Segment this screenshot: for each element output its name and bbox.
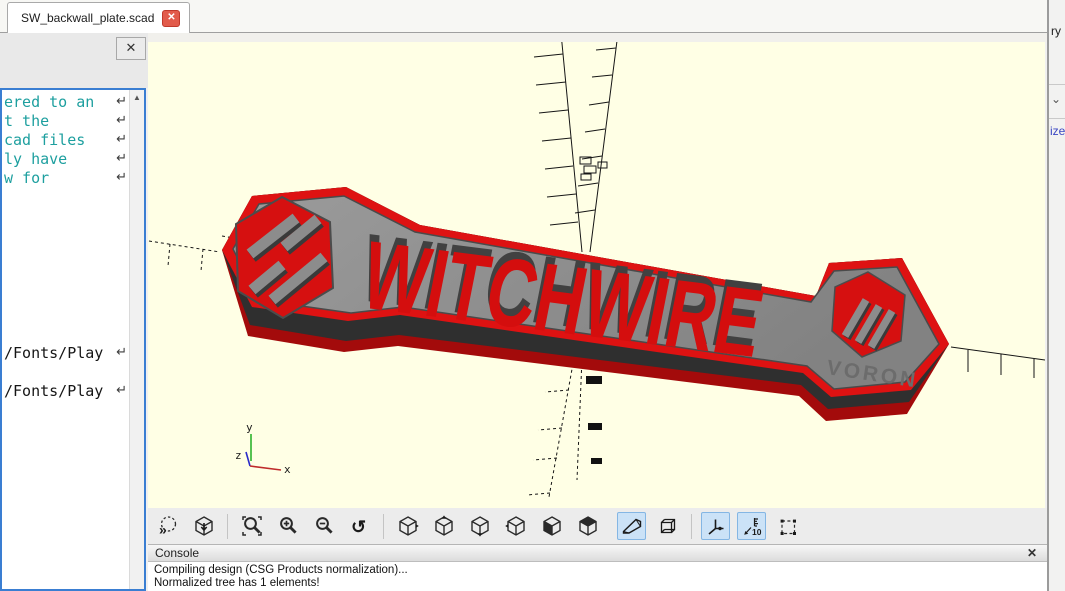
view-perspective-button[interactable]: [617, 512, 646, 540]
axis-indicator: y z x: [235, 421, 291, 476]
view-front-button[interactable]: [537, 512, 566, 540]
code-line: t the↵: [2, 111, 129, 130]
editor-scrollbar[interactable]: ▲: [129, 90, 144, 589]
tab-close-icon[interactable]: ✕: [162, 10, 180, 27]
view-front-icon: [541, 515, 563, 537]
view-back-button[interactable]: [573, 512, 602, 540]
right-panel: ry ⌄ ize: [1049, 0, 1065, 591]
code-line: /Fonts/Play↵: [2, 343, 129, 362]
view-top-button[interactable]: [429, 512, 458, 540]
code-line: ly have↵: [2, 149, 129, 168]
view-all-icon: [193, 515, 215, 537]
y-axis-label: y: [246, 421, 253, 434]
tab-label: SW_backwall_plate.scad: [21, 11, 154, 25]
console-line: Normalized tree has 1 elements!: [154, 577, 1047, 590]
view-bottom-icon: [469, 515, 491, 537]
perspective-icon: [621, 515, 643, 537]
zoom-in-button[interactable]: [273, 512, 302, 540]
code-blank-gap: [2, 187, 129, 343]
view-top-icon: [433, 515, 455, 537]
code-line: ered to an↵: [2, 92, 129, 111]
chevron-down-icon[interactable]: ⌄: [1051, 92, 1061, 106]
eol-mark-icon: ↵: [116, 170, 127, 185]
eol-mark-icon: ↵: [116, 94, 127, 109]
view-left-button[interactable]: [501, 512, 530, 540]
reset-view-icon: ↺: [349, 515, 371, 537]
right-panel-link-fragment[interactable]: ize: [1050, 124, 1065, 138]
viewport-canvas: WITCHWIRE WITCHWIRE: [148, 42, 1045, 508]
view-back-icon: [577, 515, 599, 537]
preview-button[interactable]: »: [153, 512, 182, 540]
tabbar-lower-strip: [148, 33, 1047, 42]
z-axis-tick-labels: [586, 376, 602, 464]
show-scale-markers-button[interactable]: 10: [737, 512, 766, 540]
eol-mark-icon: ↵: [116, 113, 127, 128]
eol-mark-icon: ↵: [116, 132, 127, 147]
eol-mark-icon: ↵: [116, 383, 127, 398]
preview-icon: »: [157, 515, 179, 537]
x-axis-dashed: [149, 236, 234, 271]
zoom-all-button[interactable]: [237, 512, 266, 540]
x-axis-label: x: [284, 463, 291, 476]
show-axes-button[interactable]: [701, 512, 730, 540]
code-line: /Fonts/Play↵: [2, 381, 129, 400]
view-orthogonal-button[interactable]: [653, 512, 682, 540]
svg-text:↺: ↺: [351, 517, 366, 537]
tab-sw-backwall-plate[interactable]: SW_backwall_plate.scad ✕: [7, 2, 190, 33]
editor-panel-close-button[interactable]: ✕: [116, 37, 146, 60]
show-scale-markers-icon: 10: [741, 515, 763, 537]
toolbar-separator: [383, 514, 384, 539]
svg-text:»: »: [159, 522, 167, 538]
scrollbar-up-icon[interactable]: ▲: [130, 90, 144, 105]
editor-toolbar: ✕: [0, 33, 148, 88]
openscad-window: SW_backwall_plate.scad ✕ ✕ ered to an↵ t…: [0, 0, 1065, 591]
view-all-button[interactable]: [189, 512, 218, 540]
code-line: cad files↵: [2, 130, 129, 149]
x-axis-ruler: [951, 347, 1045, 378]
svg-text:10: 10: [752, 527, 762, 537]
view-toolbar: » ↺: [148, 508, 1047, 544]
eol-mark-icon: ↵: [116, 345, 127, 360]
z-axis-label: z: [235, 449, 242, 462]
console-output: Compiling design (CSG Products normaliza…: [148, 562, 1047, 591]
reset-view-button[interactable]: ↺: [345, 512, 374, 540]
zoom-in-icon: [277, 515, 299, 537]
tab-bar: SW_backwall_plate.scad ✕: [0, 0, 1065, 33]
show-crosshairs-icon: [777, 515, 799, 537]
code-area[interactable]: ered to an↵ t the↵ cad files↵ ly have↵ w…: [2, 92, 129, 400]
console-close-icon[interactable]: ✕: [1027, 546, 1037, 560]
code-blank-gap: [2, 362, 129, 381]
code-editor[interactable]: ered to an↵ t the↵ cad files↵ ly have↵ w…: [0, 88, 146, 591]
z-axis-ruler: [534, 42, 618, 252]
right-panel-text-fragment: ry: [1051, 24, 1061, 38]
toolbar-separator: [227, 514, 228, 539]
console-title: Console: [155, 546, 199, 560]
3d-viewport[interactable]: WITCHWIRE WITCHWIRE: [148, 42, 1045, 508]
orthogonal-icon: [657, 515, 679, 537]
view-bottom-button[interactable]: [465, 512, 494, 540]
view-right-icon: [397, 515, 419, 537]
zoom-out-button[interactable]: [309, 512, 338, 540]
code-line: w for↵: [2, 168, 129, 187]
zoom-all-icon: [241, 515, 263, 537]
plate-title-text: WITCHWIRE WITCHWIRE: [351, 213, 773, 377]
view-left-icon: [505, 515, 527, 537]
console-line: Compiling design (CSG Products normaliza…: [154, 564, 1047, 577]
model-switchwire-plate: WITCHWIRE WITCHWIRE: [222, 187, 949, 421]
z-axis-ruler-dashed: [527, 358, 582, 497]
toolbar-separator: [691, 514, 692, 539]
console-header: Console ✕: [148, 544, 1047, 562]
eol-mark-icon: ↵: [116, 151, 127, 166]
view-right-button[interactable]: [393, 512, 422, 540]
right-panel-divider: [1049, 84, 1065, 85]
show-axes-icon: [705, 515, 727, 537]
zoom-out-icon: [313, 515, 335, 537]
show-crosshairs-button[interactable]: [773, 512, 802, 540]
right-panel-divider: [1049, 118, 1065, 119]
